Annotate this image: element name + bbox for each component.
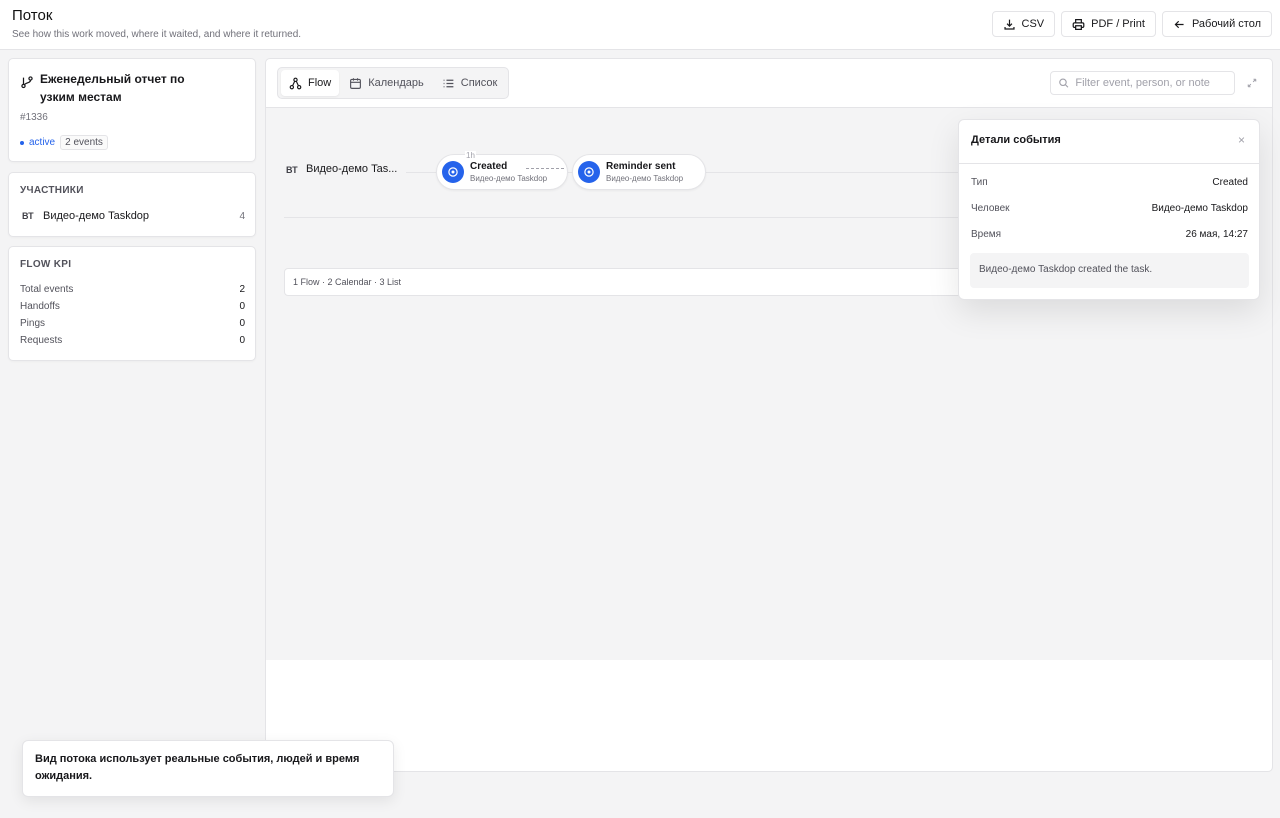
- detail-label: Человек: [971, 203, 1010, 214]
- participants-heading: УЧАСТНИКИ: [20, 185, 84, 196]
- back-to-desktop-button[interactable]: Рабочий стол: [1161, 11, 1272, 37]
- download-icon: [1003, 19, 1015, 30]
- kpi-value: 2: [239, 284, 245, 295]
- kpi-label: Requests: [20, 335, 63, 346]
- tab-calendar[interactable]: Календарь: [341, 70, 432, 96]
- tab-flow[interactable]: Flow: [281, 70, 340, 96]
- event-details-panel: Детали события × Тип Created Человек Видео…: [958, 119, 1260, 300]
- kpi-row: Requests 0: [20, 335, 245, 346]
- back-to-desktop-label: Рабочий стол: [1191, 18, 1261, 30]
- participant-row[interactable]: ВТ Видео-демо Taskdop 4: [22, 210, 245, 222]
- tab-list-label: Список: [460, 77, 498, 89]
- view-tabs: Flow Календарь Список: [277, 67, 510, 99]
- lane-initials: ВТ: [286, 165, 298, 175]
- page-subtitle: See how this work moved, where it waited…: [12, 29, 302, 40]
- lane-name: Видео-демо Tas...: [306, 163, 398, 175]
- kpi-value: 0: [239, 301, 245, 312]
- event-note: Видео-демо Taskdop created the task.: [970, 253, 1249, 288]
- wait-duration-label: 1h: [465, 151, 476, 160]
- git-branch-icon: [21, 76, 33, 89]
- kpi-row: Pings 0: [20, 318, 245, 329]
- info-toast: Вид потока использует реальные события, …: [22, 740, 394, 797]
- flow-kpi-card: FLOW KPI Total events 2 Handoffs 0 Pings 0 …: [8, 246, 256, 361]
- event-title: Reminder sent: [606, 160, 676, 172]
- detail-value: Created: [1212, 177, 1248, 188]
- participant-count: 4: [239, 210, 245, 222]
- details-title: Детали события: [971, 134, 1061, 146]
- event-title: Created: [470, 160, 508, 172]
- kpi-label: Pings: [20, 318, 46, 329]
- expand-icon[interactable]: [1246, 77, 1258, 89]
- tab-flow-label: Flow: [308, 77, 332, 89]
- arrow-left-icon: [1174, 20, 1184, 28]
- event-icon: [578, 161, 600, 183]
- detail-value: Видео-демо Taskdop: [1151, 203, 1248, 214]
- top-actions: CSV PDF / Print Рабочий стол: [991, 11, 1272, 37]
- kpi-label: Total events: [20, 284, 74, 295]
- printer-icon: [1072, 18, 1085, 30]
- flow-icon: [289, 77, 302, 89]
- task-title: Еженедельный отчет по узким местам: [40, 72, 185, 104]
- tab-calendar-label: Календарь: [368, 77, 424, 89]
- kpi-heading: FLOW KPI: [20, 259, 72, 270]
- kpi-row: Total events 2: [20, 284, 245, 295]
- pdf-print-button[interactable]: PDF / Print: [1061, 11, 1156, 37]
- filter-box[interactable]: [1050, 71, 1235, 95]
- flow-event-node[interactable]: Created Видео-демо Taskdop: [436, 154, 568, 190]
- list-icon: [443, 79, 454, 87]
- csv-export-label: CSV: [1021, 18, 1045, 30]
- event-person: Видео-демо Taskdop: [606, 173, 684, 183]
- status-label: active: [29, 137, 56, 148]
- detail-row: Тип Created: [971, 177, 1248, 188]
- filter-input[interactable]: [1075, 77, 1227, 89]
- detail-value: 26 мая, 14:27: [1185, 229, 1248, 240]
- task-card: Еженедельный отчет по узким местам #1336…: [8, 58, 256, 162]
- pdf-print-label: PDF / Print: [1091, 18, 1145, 30]
- detail-row: Время 26 мая, 14:27: [971, 229, 1248, 240]
- wait-connector: [526, 168, 564, 169]
- participants-card: УЧАСТНИКИ ВТ Видео-демо Taskdop 4: [8, 172, 256, 237]
- event-person: Видео-демо Taskdop: [470, 173, 548, 183]
- calendar-icon: [350, 77, 362, 89]
- status-dot: [20, 140, 24, 145]
- top-bar: Поток See how this work moved, where it …: [0, 0, 1280, 50]
- task-id: #1336: [20, 112, 48, 123]
- event-icon: [442, 161, 464, 183]
- csv-export-button[interactable]: CSV: [991, 11, 1056, 37]
- search-icon: [1059, 78, 1069, 88]
- close-icon[interactable]: ×: [1238, 133, 1245, 147]
- page-title: Поток: [12, 7, 53, 24]
- lane-separator: [284, 217, 964, 218]
- kpi-row: Handoffs 0: [20, 301, 245, 312]
- kpi-value: 0: [239, 335, 245, 346]
- detail-label: Тип: [971, 177, 988, 188]
- kpi-value: 0: [239, 318, 245, 329]
- tab-list[interactable]: Список: [434, 70, 506, 96]
- events-count-badge: 2 events: [60, 135, 108, 150]
- participant-name: Видео-демо Taskdop: [43, 210, 150, 222]
- kpi-label: Handoffs: [20, 301, 60, 312]
- flow-event-node[interactable]: Reminder sent Видео-демо Taskdop: [572, 154, 706, 190]
- detail-row: Человек Видео-демо Taskdop: [971, 203, 1248, 214]
- keyboard-shortcuts-hint: 1 Flow · 2 Calendar · 3 List: [284, 268, 1004, 296]
- detail-label: Время: [971, 229, 1002, 240]
- participant-initials: ВТ: [22, 211, 34, 221]
